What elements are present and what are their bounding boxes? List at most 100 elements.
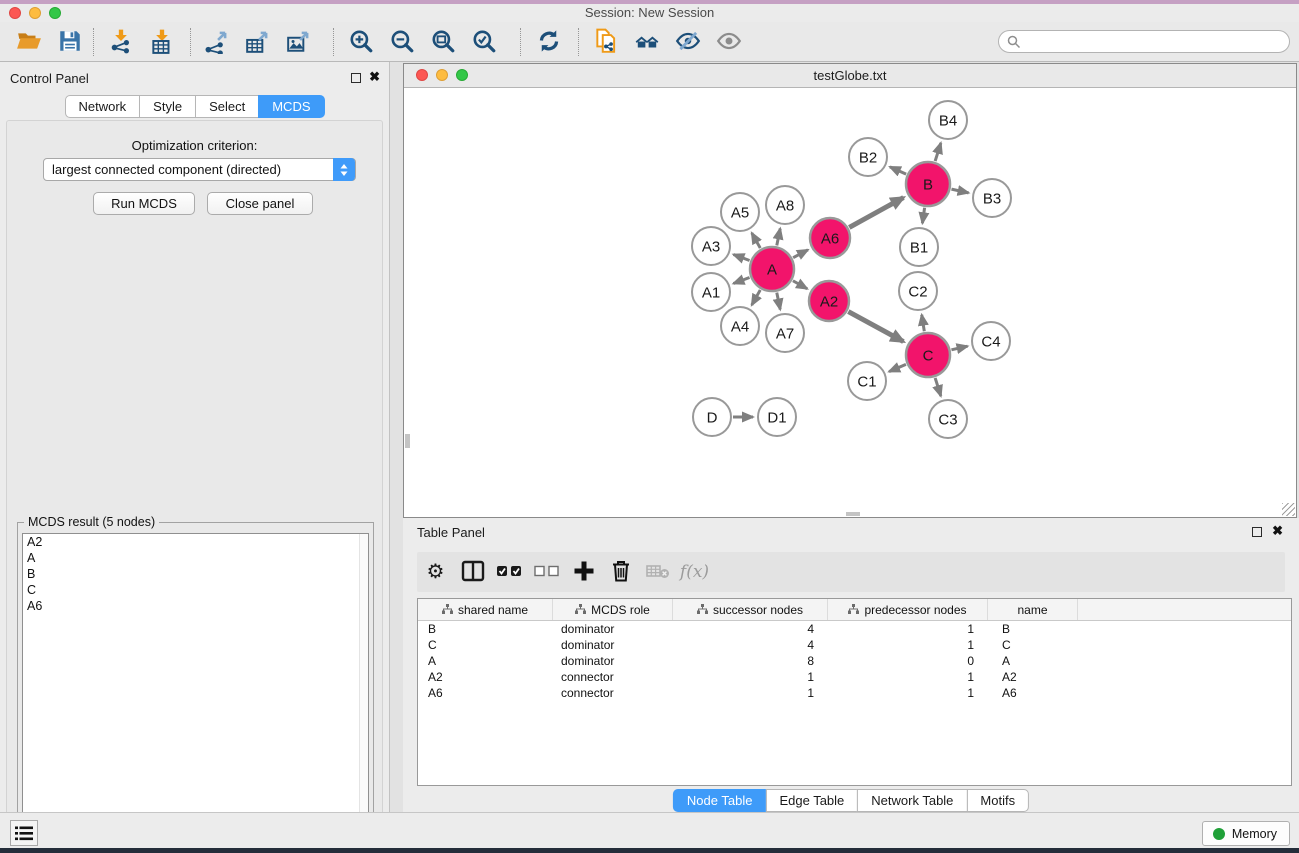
import-network-button[interactable]: [100, 26, 141, 58]
tab-network-table[interactable]: Network Table: [857, 789, 967, 812]
table-cell[interactable]: 0: [828, 653, 988, 669]
table-row[interactable]: A2connector11A2: [418, 669, 1291, 685]
bottom-scroll-grip[interactable]: [846, 512, 860, 516]
save-session-button[interactable]: [49, 26, 90, 58]
edge-A2-C[interactable]: [848, 312, 903, 342]
minimize-window-button[interactable]: [29, 7, 41, 19]
edge-B-B4[interactable]: [935, 143, 941, 161]
float-table-panel-icon[interactable]: [1252, 527, 1262, 537]
tab-node-table[interactable]: Node Table: [673, 789, 767, 812]
column-header[interactable]: successor nodes: [673, 599, 828, 620]
table-cell[interactable]: A6: [418, 685, 553, 701]
zoom-in-button[interactable]: [340, 26, 381, 58]
table-cell[interactable]: dominator: [553, 621, 673, 637]
tab-edge-table[interactable]: Edge Table: [765, 789, 858, 812]
table-cell[interactable]: 1: [828, 621, 988, 637]
import-table-button[interactable]: [141, 26, 182, 58]
edge-A-A3[interactable]: [733, 254, 749, 260]
table-cell[interactable]: connector: [553, 685, 673, 701]
table-cell[interactable]: B: [418, 621, 553, 637]
network-close-button[interactable]: [416, 69, 428, 81]
zoom-window-button[interactable]: [49, 7, 61, 19]
clone-network-button[interactable]: [585, 26, 626, 58]
network-zoom-button[interactable]: [456, 69, 468, 81]
table-cell[interactable]: 1: [673, 685, 828, 701]
close-window-button[interactable]: [9, 7, 21, 19]
zoom-fit-button[interactable]: [422, 26, 463, 58]
delete-table-button[interactable]: [639, 554, 676, 590]
mcds-result-list[interactable]: A2ABCA6: [22, 533, 369, 853]
edge-C-C2[interactable]: [922, 315, 925, 332]
zoom-selected-button[interactable]: [463, 26, 504, 58]
table-row[interactable]: Bdominator41B: [418, 621, 1291, 637]
column-header[interactable]: MCDS role: [553, 599, 673, 620]
export-image-button[interactable]: [278, 26, 319, 58]
float-panel-icon[interactable]: [351, 73, 361, 83]
table-cell[interactable]: 1: [828, 685, 988, 701]
select-all-button[interactable]: [491, 554, 528, 590]
settings-button[interactable]: ⚙: [417, 554, 454, 590]
edge-B-B2[interactable]: [890, 167, 906, 174]
table-cell[interactable]: 1: [673, 669, 828, 685]
run-mcds-button[interactable]: Run MCDS: [93, 192, 195, 215]
mcds-result-item[interactable]: A2: [23, 534, 368, 550]
edge-A-A1[interactable]: [733, 277, 749, 283]
tab-network[interactable]: Network: [64, 95, 140, 118]
table-cell[interactable]: dominator: [553, 637, 673, 653]
mcds-result-item[interactable]: C: [23, 582, 368, 598]
edge-A-A4[interactable]: [752, 290, 761, 305]
network-window-titlebar[interactable]: testGlobe.txt: [404, 64, 1296, 88]
table-cell[interactable]: connector: [553, 669, 673, 685]
table-cell[interactable]: 1: [828, 637, 988, 653]
edge-C-C1[interactable]: [889, 364, 906, 371]
table-cell[interactable]: 4: [673, 621, 828, 637]
table-cell[interactable]: 1: [828, 669, 988, 685]
add-row-button[interactable]: [565, 554, 602, 590]
table-cell[interactable]: A: [988, 653, 1078, 669]
column-header[interactable]: predecessor nodes: [828, 599, 988, 620]
criterion-dropdown[interactable]: largest connected component (directed): [43, 158, 356, 181]
task-history-button[interactable]: [10, 820, 38, 846]
edge-C-C3[interactable]: [935, 378, 941, 396]
tab-select[interactable]: Select: [195, 95, 259, 118]
table-cell[interactable]: C: [418, 637, 553, 653]
edge-A-A6[interactable]: [793, 250, 808, 258]
left-scroll-grip[interactable]: [405, 434, 410, 448]
mcds-result-item[interactable]: A6: [23, 598, 368, 614]
network-minimize-button[interactable]: [436, 69, 448, 81]
first-neighbors-button[interactable]: [626, 26, 667, 58]
table-cell[interactable]: 8: [673, 653, 828, 669]
function-builder-button[interactable]: f(x): [676, 554, 713, 590]
column-header[interactable]: shared name: [418, 599, 553, 620]
export-network-button[interactable]: [196, 26, 237, 58]
table-cell[interactable]: C: [988, 637, 1078, 653]
edge-A-A2[interactable]: [793, 281, 807, 289]
show-all-button[interactable]: [708, 26, 749, 58]
search-box[interactable]: [998, 30, 1290, 53]
edge-A-A5[interactable]: [752, 233, 761, 248]
column-header[interactable]: name: [988, 599, 1078, 620]
tab-mcds[interactable]: MCDS: [258, 95, 324, 118]
table-row[interactable]: Cdominator41C: [418, 637, 1291, 653]
memory-button[interactable]: Memory: [1202, 821, 1290, 846]
hide-selected-button[interactable]: [667, 26, 708, 58]
delete-row-button[interactable]: [602, 554, 639, 590]
table-cell[interactable]: 4: [673, 637, 828, 653]
deselect-all-button[interactable]: [528, 554, 565, 590]
edge-A-A7[interactable]: [777, 293, 780, 310]
table-cell[interactable]: A2: [988, 669, 1078, 685]
table-row[interactable]: A6connector11A6: [418, 685, 1291, 701]
table-cell[interactable]: B: [988, 621, 1078, 637]
refresh-button[interactable]: [528, 26, 569, 58]
table-cell[interactable]: A: [418, 653, 553, 669]
close-table-panel-icon[interactable]: ✖: [1272, 524, 1283, 538]
zoom-out-button[interactable]: [381, 26, 422, 58]
edge-B-B3[interactable]: [951, 189, 968, 193]
table-cell[interactable]: dominator: [553, 653, 673, 669]
resize-grip-icon[interactable]: [1282, 503, 1295, 516]
close-panel-button[interactable]: Close panel: [207, 192, 313, 215]
search-input[interactable]: [1021, 34, 1289, 49]
tab-style[interactable]: Style: [139, 95, 196, 118]
edge-A6-B[interactable]: [849, 198, 903, 228]
table-row[interactable]: Adominator80A: [418, 653, 1291, 669]
